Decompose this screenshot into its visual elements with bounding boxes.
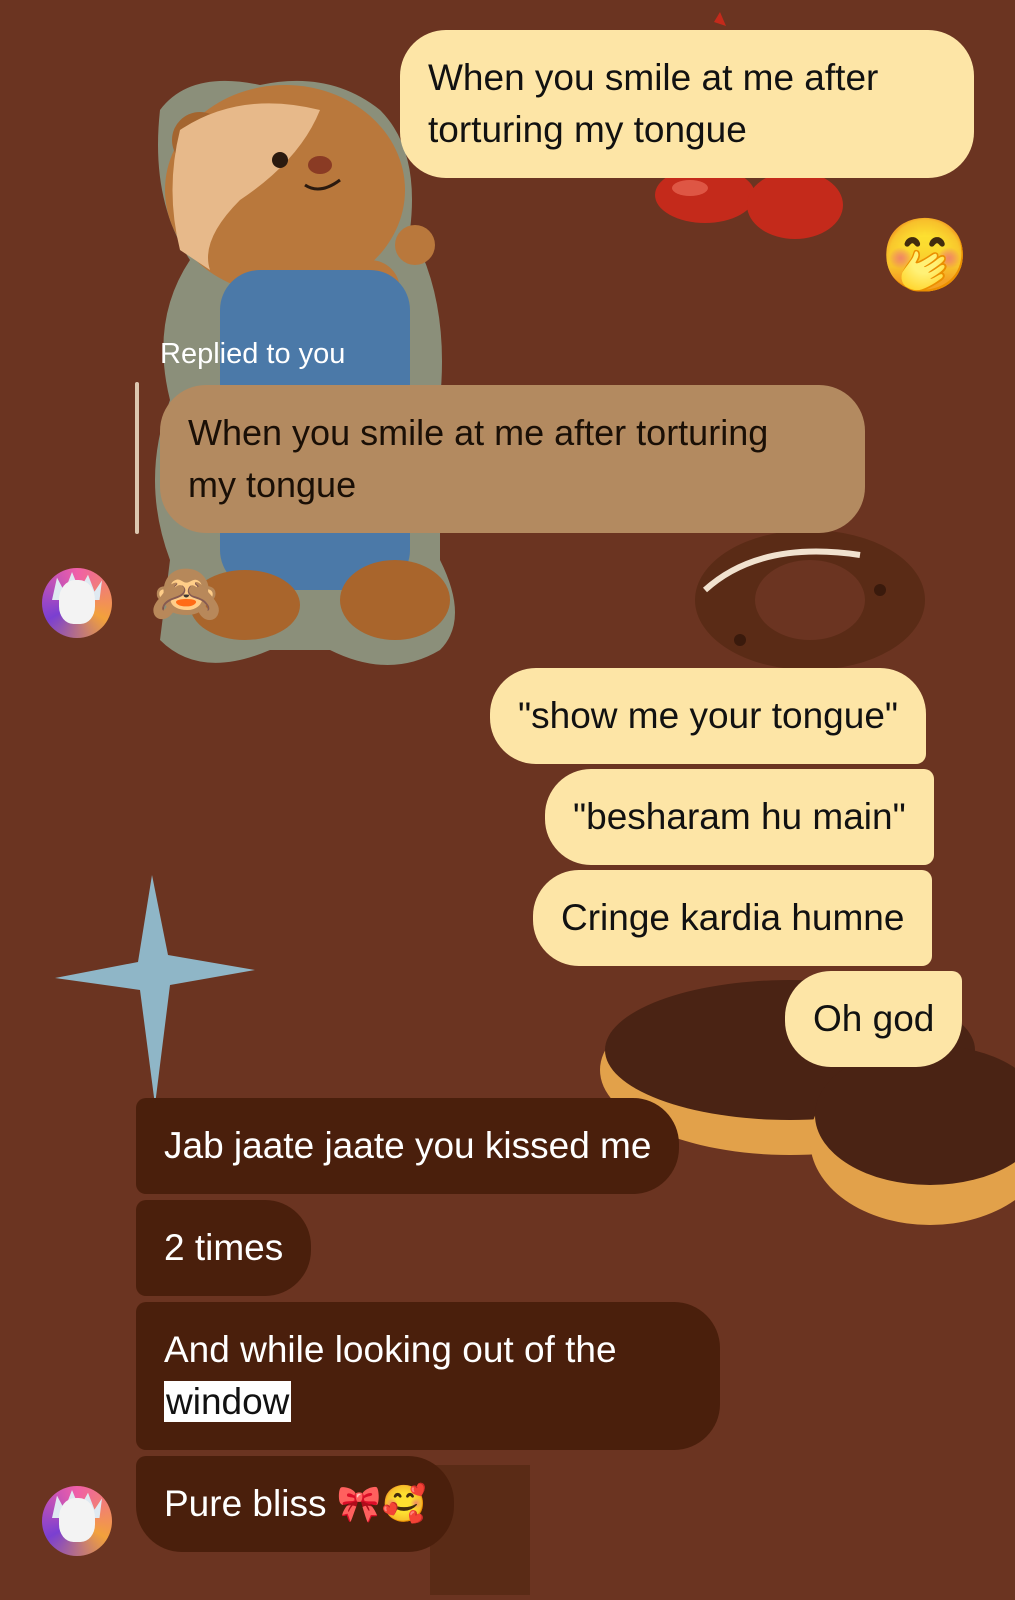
- incoming-message[interactable]: 2 times: [136, 1200, 312, 1296]
- reaction-emoji[interactable]: 🤭: [880, 210, 970, 300]
- incoming-message[interactable]: Pure bliss 🎀🥰: [136, 1456, 455, 1552]
- outgoing-message[interactable]: "besharam hu main": [545, 769, 934, 865]
- message-text-line: torturing my tongue: [428, 109, 747, 150]
- outgoing-message[interactable]: When you smile at me after torturing my …: [400, 30, 974, 178]
- bow-heart-emoji: 🎀🥰: [336, 1484, 427, 1525]
- selected-text-highlight[interactable]: window: [164, 1381, 292, 1422]
- message-text: Oh god: [813, 998, 935, 1039]
- message-text: Jab jaate jaate you kissed me: [164, 1125, 652, 1166]
- outgoing-message[interactable]: Oh god: [785, 971, 963, 1067]
- rick-avatar-icon[interactable]: [42, 1486, 112, 1556]
- see-no-evil-monkey-emoji[interactable]: 🙈: [150, 555, 222, 631]
- reply-quoted-message[interactable]: When you smile at me after torturing my …: [160, 385, 865, 533]
- message-text: 2 times: [164, 1227, 284, 1268]
- message-text: Cringe kardia humne: [561, 897, 905, 938]
- message-text-line: And while looking out of the: [164, 1329, 617, 1370]
- message-text: "besharam hu main": [573, 796, 906, 837]
- message-text: "show me your tongue": [518, 695, 899, 736]
- reply-label: Replied to you: [160, 338, 346, 370]
- reply-quote-bar: [135, 382, 139, 534]
- message-text-line: my tongue: [188, 464, 357, 505]
- outgoing-message[interactable]: Cringe kardia humne: [533, 870, 933, 966]
- incoming-message[interactable]: Jab jaate jaate you kissed me: [136, 1098, 680, 1194]
- rick-avatar-icon[interactable]: [42, 568, 112, 638]
- message-text: Pure bliss: [164, 1483, 327, 1524]
- donut-sticker: [695, 530, 925, 670]
- incoming-message[interactable]: And while looking out of the window: [136, 1302, 720, 1450]
- sparkle-star-sticker: [55, 875, 255, 1105]
- message-text-line: When you smile at me after torturing: [188, 412, 769, 453]
- outgoing-message[interactable]: "show me your tongue": [490, 668, 927, 764]
- message-text-line: When you smile at me after: [428, 57, 879, 98]
